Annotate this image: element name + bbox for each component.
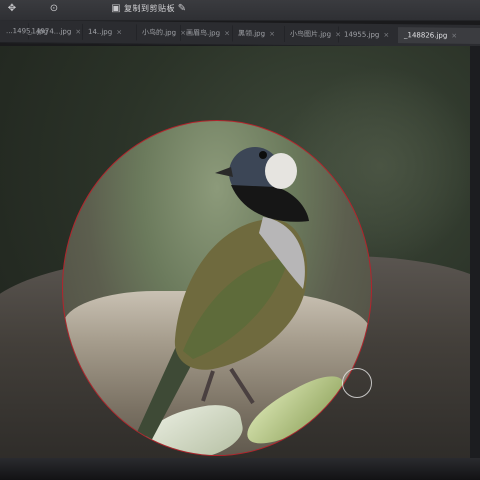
tab-2[interactable]: 14..jpg ×	[82, 23, 137, 41]
tab-label: 画眉鸟.jpg	[186, 28, 221, 38]
tab-close-icon[interactable]: ×	[75, 28, 81, 36]
tab-1[interactable]: _14974...jpg ×	[22, 23, 83, 40]
photo-editor-window: ✥ ⊙ ▣ 复制到剪贴板 ✎ ...1495...jpg _14974...jp…	[0, 0, 480, 480]
tab-close-icon[interactable]: ×	[116, 28, 122, 36]
link-icon[interactable]: ⊙	[48, 3, 60, 15]
bird-photo	[133, 147, 309, 445]
options-toolbar: ✥ ⊙ ▣ 复制到剪贴板 ✎	[0, 0, 480, 21]
tab-label: 14955.jpg	[344, 30, 380, 39]
toolbar-label[interactable]: 复制到剪贴板	[124, 3, 175, 15]
tab-close-icon[interactable]: ×	[451, 32, 457, 40]
tab-label: _14974...jpg	[28, 27, 72, 36]
tab-5[interactable]: 黑领.jpg ×	[232, 25, 285, 42]
tab-4[interactable]: 画眉鸟.jpg ×	[180, 24, 233, 42]
tab-close-icon[interactable]: ×	[383, 31, 389, 39]
monitor-bezel	[0, 458, 480, 480]
tab-label: 黑领.jpg	[238, 29, 266, 38]
tab-close-icon[interactable]: ×	[224, 29, 230, 37]
brush-icon[interactable]: ✎	[176, 3, 188, 15]
move-icon[interactable]: ✥	[6, 3, 18, 15]
elliptical-selection[interactable]	[62, 120, 372, 456]
tab-label: 小鸟图片.jpg	[290, 30, 332, 39]
tab-3[interactable]: 小鸟的.jpg ×	[136, 24, 186, 41]
tab-label: 小鸟的.jpg	[142, 28, 177, 37]
document-tabs: ...1495...jpg _14974...jpg × 14..jpg × 小鸟的…	[0, 20, 480, 49]
tab-label: 14..jpg	[88, 27, 113, 37]
tab-label: _148826.jpg	[404, 31, 448, 40]
document-canvas[interactable]	[0, 46, 470, 458]
tab-6[interactable]: 小鸟图片.jpg ×	[284, 25, 341, 43]
tab-close-icon[interactable]: ×	[269, 30, 275, 38]
tab-7[interactable]: 14955.jpg ×	[338, 26, 399, 44]
checkbox-icon[interactable]: ▣	[110, 3, 122, 15]
tab-active[interactable]: _148826.jpg ×	[398, 27, 480, 45]
side-panel-edge	[470, 46, 480, 458]
brush-cursor	[342, 368, 372, 398]
